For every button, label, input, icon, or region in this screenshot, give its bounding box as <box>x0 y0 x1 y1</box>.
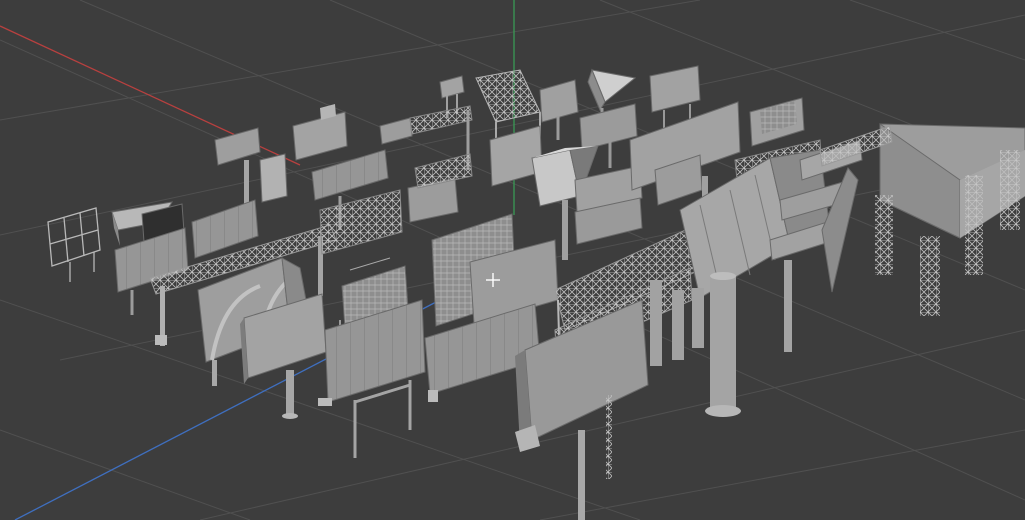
billboard-model-back-2[interactable] <box>539 79 579 140</box>
tall-truss-tower-right[interactable] <box>875 123 1025 316</box>
support-pole-large[interactable] <box>705 272 741 417</box>
truss-grid-center-left[interactable] <box>319 189 403 255</box>
vertical-panels-front[interactable] <box>650 280 704 366</box>
3d-viewport[interactable] <box>0 0 1025 520</box>
billboard-model-row2-2[interactable] <box>292 104 348 161</box>
billboard-model-row2-5[interactable] <box>749 97 805 147</box>
billboard-model-center-2[interactable] <box>318 299 426 458</box>
small-sign-panel[interactable] <box>259 153 288 203</box>
billboard-model-row3-3[interactable] <box>489 125 543 187</box>
billboard-model-row3-2[interactable] <box>407 153 473 223</box>
viewport-canvas[interactable] <box>0 0 1025 520</box>
